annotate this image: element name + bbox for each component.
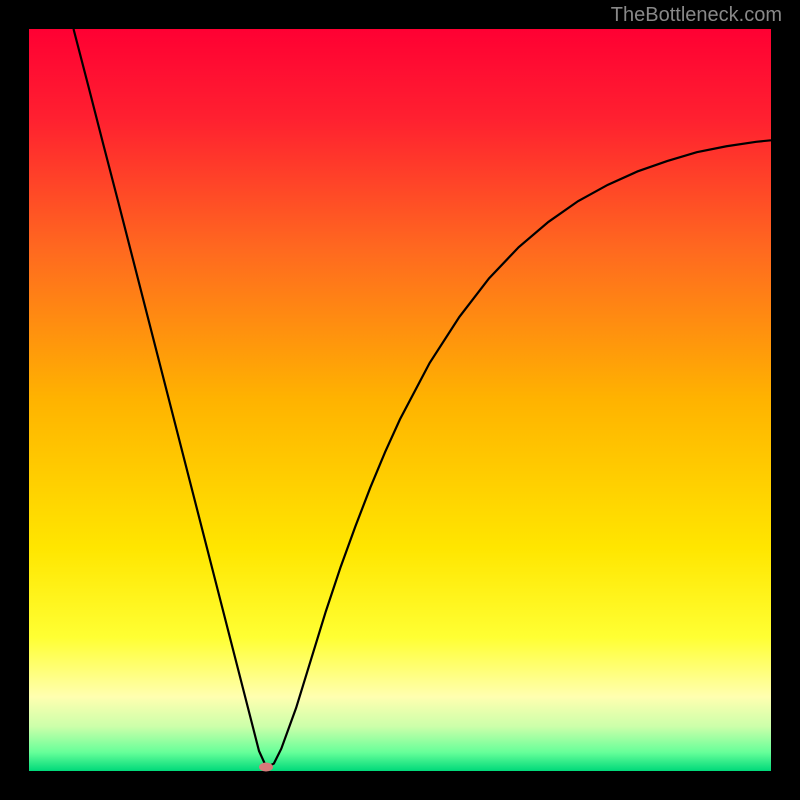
watermark-text: TheBottleneck.com xyxy=(611,4,782,27)
plot-frame xyxy=(29,29,771,771)
optimal-point-marker xyxy=(259,763,273,772)
bottleneck-curve xyxy=(29,29,771,771)
